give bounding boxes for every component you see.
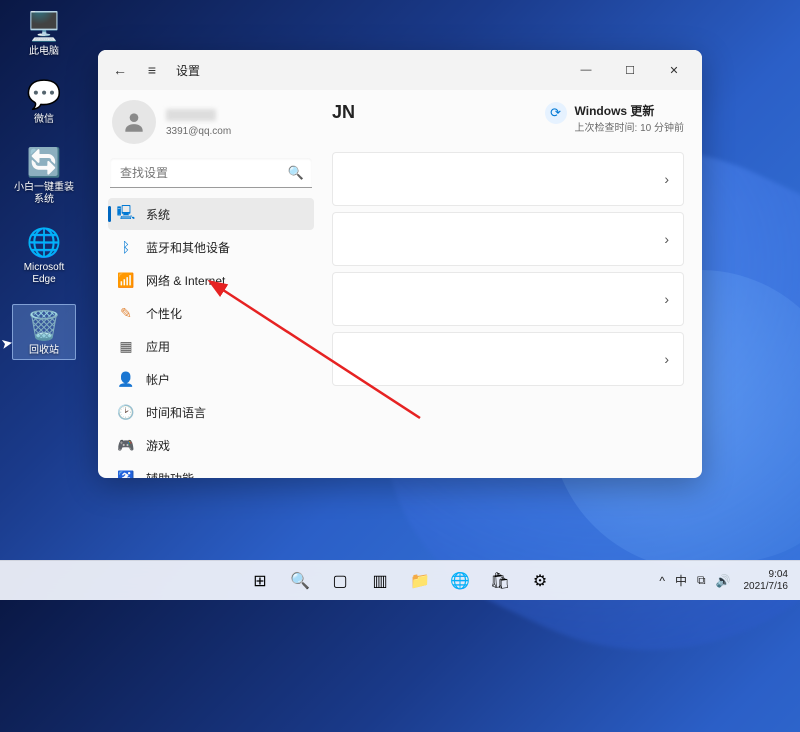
- refresh-icon: ⟳: [545, 102, 567, 124]
- network-icon[interactable]: ⧉: [694, 571, 709, 590]
- ime-indicator[interactable]: 中: [672, 570, 690, 591]
- sidebar-item-wifi[interactable]: 📶 网络 & Internet: [108, 264, 314, 296]
- settings-cards: › › › ›: [332, 152, 684, 386]
- taskbar: ⊞🔍▢▥📁🌐🛍⚙ ^ 中 ⧉ 🔊 9:04 2021/7/16: [0, 560, 800, 600]
- windows-update-tile[interactable]: ⟳ Windows 更新 上次检查时间: 10 分钟前: [545, 102, 684, 134]
- search-icon: 🔍: [288, 165, 304, 181]
- sidebar-item-label: 蓝牙和其他设备: [146, 239, 230, 256]
- sidebar-item-display[interactable]: 🖳 系统: [108, 198, 314, 230]
- chevron-right-icon: ›: [664, 351, 669, 367]
- sidebar-item-label: 帐户: [146, 371, 170, 388]
- settings-row[interactable]: ›: [332, 212, 684, 266]
- taskbar-clock[interactable]: 9:04 2021/7/16: [740, 569, 793, 592]
- widgets-button[interactable]: ▥: [362, 563, 398, 599]
- search-button[interactable]: 🔍: [282, 563, 318, 599]
- explorer-button[interactable]: 📁: [402, 563, 438, 599]
- time-language-icon: 🕑: [118, 404, 134, 420]
- desktop-icon-3[interactable]: 🌐Microsoft Edge: [12, 224, 76, 286]
- edge-button[interactable]: 🌐: [442, 563, 478, 599]
- sidebar-item-label: 网络 & Internet: [146, 272, 225, 289]
- personalize-icon: ✎: [118, 305, 134, 321]
- sidebar-item-accounts[interactable]: 👤 帐户: [108, 363, 314, 395]
- volume-icon[interactable]: 🔊: [713, 572, 734, 590]
- desktop-glyph-icon: 💬: [26, 76, 62, 112]
- settings-row[interactable]: ›: [332, 152, 684, 206]
- desktop-icon-2[interactable]: 🔄小白一键重装系统: [12, 144, 76, 206]
- system-tray: ^ 中 ⧉ 🔊: [656, 570, 733, 591]
- gaming-icon: 🎮: [118, 437, 134, 453]
- apps-icon: ▦: [118, 338, 134, 354]
- desktop-icon-label: 此电脑: [29, 46, 59, 58]
- chevron-right-icon: ›: [664, 171, 669, 187]
- settings-row[interactable]: ›: [332, 332, 684, 386]
- person-icon: [121, 109, 147, 135]
- desktop-glyph-icon: 🗑️: [26, 307, 62, 343]
- update-title: Windows 更新: [575, 102, 684, 119]
- nav-list: 🖳 系统 ᛒ 蓝牙和其他设备 📶 网络 & Internet ✎ 个性化 ▦ 应用 👤 帐户 🕑 时间和语…: [108, 198, 314, 478]
- content-pane: JN ⟳ Windows 更新 上次检查时间: 10 分钟前 › › › ›: [320, 90, 702, 478]
- sidebar-item-label: 游戏: [146, 437, 170, 454]
- account-name: [166, 109, 216, 121]
- sidebar-item-personalize[interactable]: ✎ 个性化: [108, 297, 314, 329]
- chevron-right-icon: ›: [664, 231, 669, 247]
- clock-date: 2021/7/16: [744, 581, 789, 593]
- account-block[interactable]: 3391@qq.com: [108, 94, 314, 154]
- settings-window: ← ≡ 设置 ― ☐ ✕ 3391@qq.com 🔍 🖳 系统 ᛒ 蓝牙和其他设备 📶 网…: [98, 50, 702, 478]
- tray-chevron-icon[interactable]: ^: [656, 572, 668, 590]
- minimize-button[interactable]: ―: [564, 54, 608, 86]
- search-box: 🔍: [110, 158, 312, 188]
- wifi-icon: 📶: [118, 272, 134, 288]
- desktop-icon-label: 微信: [34, 114, 54, 126]
- back-button[interactable]: ←: [104, 54, 136, 86]
- sidebar-item-apps[interactable]: ▦ 应用: [108, 330, 314, 362]
- clock-time: 9:04: [769, 569, 788, 581]
- sidebar-item-time-language[interactable]: 🕑 时间和语言: [108, 396, 314, 428]
- hamburger-button[interactable]: ≡: [136, 54, 168, 86]
- desktop-icon-label: 回收站: [29, 345, 59, 357]
- desktop-glyph-icon: 🔄: [26, 144, 62, 180]
- store-button[interactable]: 🛍: [482, 563, 518, 599]
- desktop-icon-label: 小白一键重装系统: [12, 182, 76, 206]
- sidebar-item-gaming[interactable]: 🎮 游戏: [108, 429, 314, 461]
- desktop-glyph-icon: 🖥️: [26, 8, 62, 44]
- accounts-icon: 👤: [118, 371, 134, 387]
- desktop-icon-label: Microsoft Edge: [12, 262, 76, 286]
- desktop-icons: 🖥️ 此电脑 💬 微信 🔄小白一键重装系统 🌐Microsoft Edge 🗑️ 回收站: [12, 8, 76, 360]
- chevron-right-icon: ›: [664, 291, 669, 307]
- sidebar-item-bluetooth[interactable]: ᛒ 蓝牙和其他设备: [108, 231, 314, 263]
- sidebar-item-label: 应用: [146, 338, 170, 355]
- desktop-icon-0[interactable]: 🖥️ 此电脑: [12, 8, 76, 58]
- sidebar-item-label: 系统: [146, 206, 170, 223]
- taskview-button[interactable]: ▢: [322, 563, 358, 599]
- desktop-icon-4[interactable]: 🗑️ 回收站: [12, 304, 76, 360]
- search-input[interactable]: [110, 158, 312, 188]
- titlebar: ← ≡ 设置 ― ☐ ✕: [98, 50, 702, 90]
- display-icon: 🖳: [118, 206, 134, 222]
- sidebar-item-accessibility[interactable]: ♿ 辅助功能: [108, 462, 314, 478]
- sidebar-item-label: 时间和语言: [146, 404, 206, 421]
- settings-button[interactable]: ⚙: [522, 563, 558, 599]
- sidebar: 3391@qq.com 🔍 🖳 系统 ᛒ 蓝牙和其他设备 📶 网络 & Internet ✎…: [98, 90, 320, 478]
- close-button[interactable]: ✕: [652, 54, 696, 86]
- update-subtitle: 上次检查时间: 10 分钟前: [575, 119, 684, 134]
- desktop-icon-1[interactable]: 💬 微信: [12, 76, 76, 126]
- accessibility-icon: ♿: [118, 470, 134, 478]
- sidebar-item-label: 个性化: [146, 305, 182, 322]
- bluetooth-icon: ᛒ: [118, 239, 134, 255]
- account-email: 3391@qq.com: [166, 126, 231, 137]
- avatar: [112, 100, 156, 144]
- window-title: 设置: [176, 62, 200, 79]
- device-name: JN: [332, 102, 355, 123]
- maximize-button[interactable]: ☐: [608, 54, 652, 86]
- settings-row[interactable]: ›: [332, 272, 684, 326]
- sidebar-item-label: 辅助功能: [146, 470, 194, 479]
- start-button[interactable]: ⊞: [242, 563, 278, 599]
- desktop-glyph-icon: 🌐: [26, 224, 62, 260]
